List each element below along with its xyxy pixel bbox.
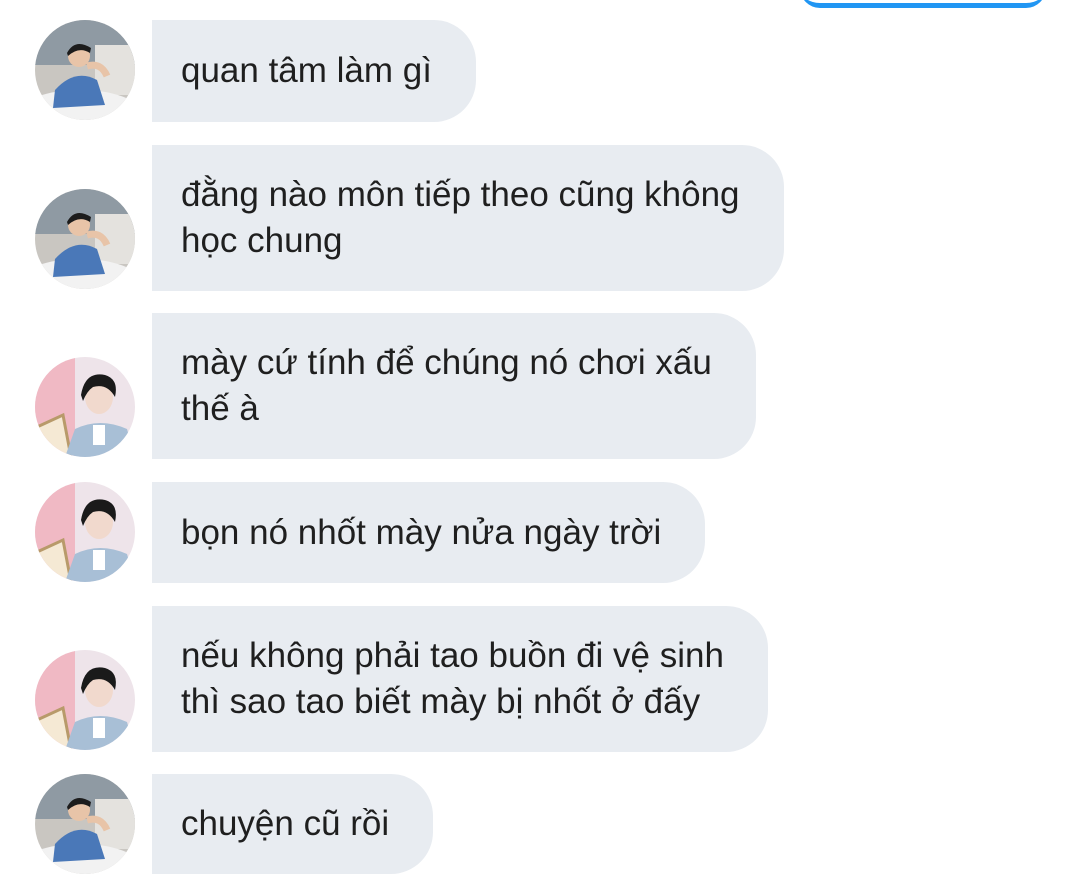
avatar-a[interactable] — [35, 189, 135, 289]
message-text: quan tâm làm gì — [181, 51, 432, 90]
avatar-b[interactable] — [35, 357, 135, 457]
message-text: mày cứ tính để chúng nó chơi xấu — [181, 343, 712, 382]
sent-message-bubble-edge — [800, 0, 1046, 8]
avatar-a-image — [35, 189, 135, 289]
message-bubble[interactable]: mày cứ tính để chúng nó chơi xấu thế à — [152, 313, 756, 459]
avatar-b-image — [35, 357, 135, 457]
avatar-a[interactable] — [35, 20, 135, 120]
message-text: thì sao tao biết mày bị nhốt ở đấy — [181, 682, 701, 721]
message-text: đằng nào môn tiếp theo cũng không — [181, 175, 740, 214]
message-bubble[interactable]: đằng nào môn tiếp theo cũng không học ch… — [152, 145, 784, 291]
message-text: bọn nó nhốt mày nửa ngày trời — [181, 512, 662, 552]
message-text: thế à — [181, 389, 259, 428]
message-text: chuyện cũ rồi — [181, 804, 390, 843]
message-bubble[interactable]: quan tâm làm gì — [152, 20, 476, 122]
message-bubble[interactable]: bọn nó nhốt mày nửa ngày trời — [152, 482, 706, 583]
avatar-a-image — [35, 20, 135, 120]
message-text: nếu không phải tao buồn đi vệ sinh — [181, 636, 724, 675]
avatar-a-image — [35, 774, 135, 874]
avatar-b-image — [35, 650, 135, 750]
avatar-b-image — [35, 482, 135, 582]
avatar-b[interactable] — [35, 650, 135, 750]
avatar-b[interactable] — [35, 482, 135, 582]
message-bubble[interactable]: nếu không phải tao buồn đi vệ sinh thì s… — [152, 606, 768, 752]
avatar-a[interactable] — [35, 774, 135, 874]
message-bubble[interactable]: chuyện cũ rồi — [152, 774, 434, 874]
message-text: học chung — [181, 221, 343, 260]
